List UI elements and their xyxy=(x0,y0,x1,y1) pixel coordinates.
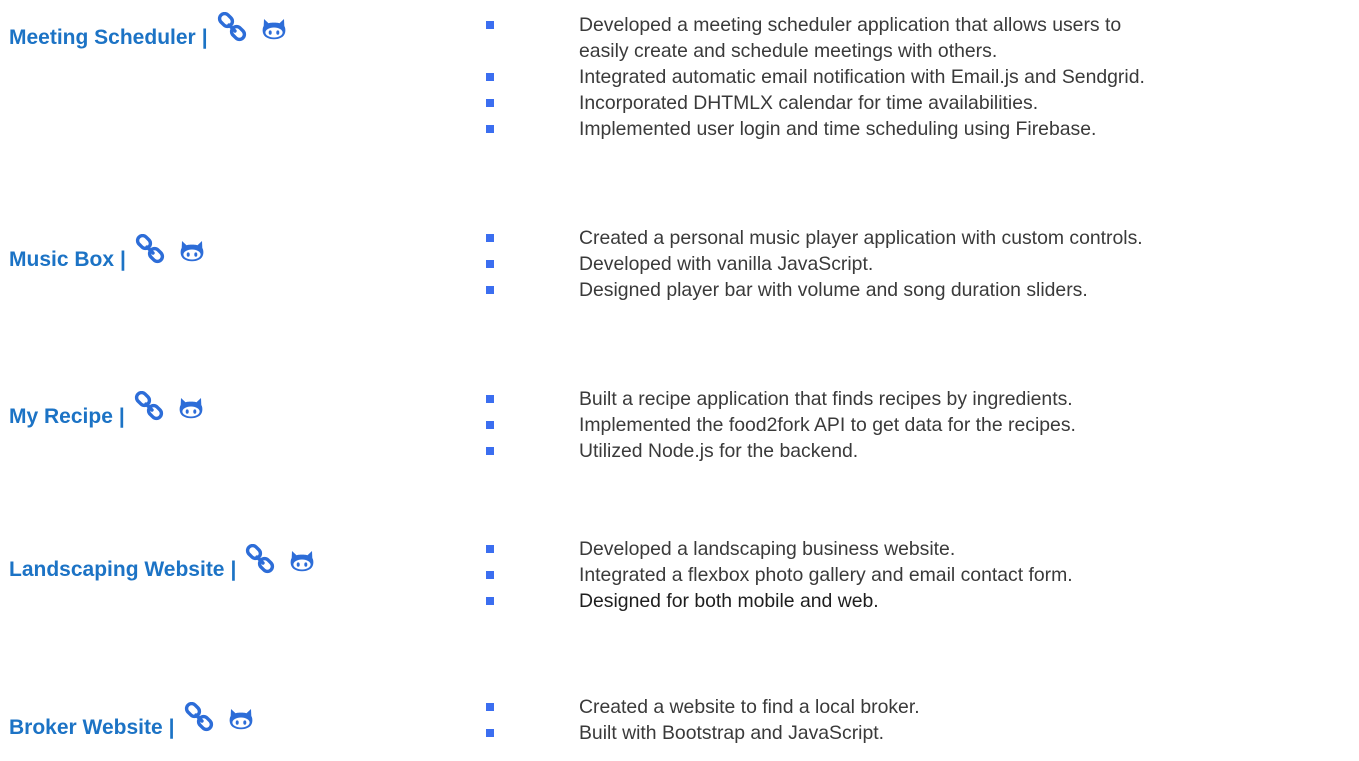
bullet-text: Created a website to find a local broker… xyxy=(579,696,920,718)
link-icon[interactable] xyxy=(216,12,250,46)
bullet-marker xyxy=(486,447,494,455)
github-icon[interactable] xyxy=(262,16,286,40)
title-separator: | xyxy=(118,405,125,428)
project-title-row: Music Box | xyxy=(9,246,204,274)
link-icon[interactable] xyxy=(183,702,217,736)
bullet-marker xyxy=(486,73,494,81)
github-icon[interactable] xyxy=(229,706,253,730)
bullet-text: Developed with vanilla JavaScript. xyxy=(579,253,874,275)
bullet-marker xyxy=(486,125,494,133)
bullet-text: Implemented the food2fork API to get dat… xyxy=(579,414,1076,436)
title-separator: | xyxy=(201,26,208,49)
bullet-text: Built a recipe application that finds re… xyxy=(579,388,1073,410)
bullet-text: Designed for both mobile and web. xyxy=(579,590,879,612)
bullet-marker xyxy=(486,395,494,403)
bullet-marker xyxy=(486,234,494,242)
github-icon[interactable] xyxy=(179,395,203,419)
bullet-marker xyxy=(486,545,494,553)
bullet-marker xyxy=(486,260,494,268)
bullet-text: Created a personal music player applicat… xyxy=(579,227,1143,249)
bullet-text: Implemented user login and time scheduli… xyxy=(579,118,1097,140)
title-separator: | xyxy=(168,716,175,739)
bullet-text: Designed player bar with volume and song… xyxy=(579,279,1088,301)
bullet-text: easily create and schedule meetings with… xyxy=(579,40,998,62)
link-icon[interactable] xyxy=(133,391,167,425)
project-title-row: Landscaping Website | xyxy=(9,556,314,584)
project-title[interactable]: Meeting Scheduler xyxy=(9,24,196,52)
project-title[interactable]: Music Box xyxy=(9,246,114,274)
link-icon[interactable] xyxy=(134,234,168,268)
bullet-marker xyxy=(486,571,494,579)
project-title[interactable]: My Recipe xyxy=(9,403,113,431)
bullet-marker xyxy=(486,99,494,107)
bullet-marker xyxy=(486,729,494,737)
project-title-row: Broker Website | xyxy=(9,714,253,742)
bullet-text: Developed a landscaping business website… xyxy=(579,538,956,560)
bullet-marker xyxy=(486,703,494,711)
project-title-row: My Recipe | xyxy=(9,403,203,431)
bullet-marker xyxy=(486,421,494,429)
bullet-text: Integrated automatic email notification … xyxy=(579,66,1145,88)
project-title[interactable]: Broker Website xyxy=(9,714,163,742)
title-separator: | xyxy=(230,558,237,581)
bullet-text: Built with Bootstrap and JavaScript. xyxy=(579,722,885,744)
bullet-marker xyxy=(486,21,494,29)
bullet-marker xyxy=(486,597,494,605)
github-icon[interactable] xyxy=(180,238,204,262)
bullet-marker xyxy=(486,286,494,294)
bullet-text: Developed a meeting scheduler applicatio… xyxy=(579,14,1122,36)
project-title[interactable]: Landscaping Website xyxy=(9,556,225,584)
project-title-row: Meeting Scheduler | xyxy=(9,24,286,52)
title-separator: | xyxy=(120,248,126,271)
github-icon[interactable] xyxy=(290,548,314,572)
bullet-text: Incorporated DHTMLX calendar for time av… xyxy=(579,92,1039,114)
link-icon[interactable] xyxy=(244,544,278,578)
bullet-text: Integrated a flexbox photo gallery and e… xyxy=(579,564,1073,586)
bullet-text: Utilized Node.js for the backend. xyxy=(579,440,859,462)
